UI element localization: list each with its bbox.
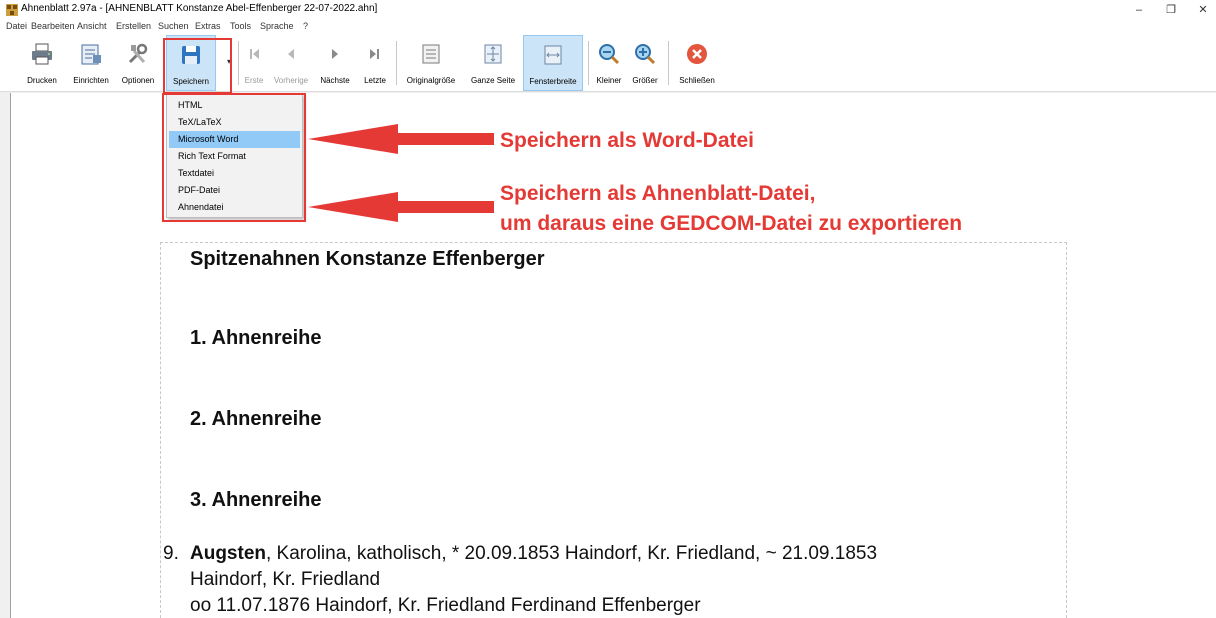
annotation-ahnen-line2: um daraus eine GEDCOM-Datei zu exportier… [500,212,963,235]
app-logo-icon [6,4,18,16]
menu-extras[interactable]: Extras [195,21,221,31]
app-window: Ahnenblatt 2.97a - [AHNENBLATT Konstanze… [0,0,1216,618]
last-label: Letzte [364,76,386,85]
zoom-out-label: Kleiner [596,76,622,85]
menu-sprache[interactable]: Sprache [260,21,294,31]
last-button[interactable]: Letzte [357,35,393,91]
close-window-button[interactable]: ✕ [1192,0,1214,20]
menu-bar: Datei Bearbeiten Ansicht Erstellen Suche… [0,20,1216,35]
print-label: Drucken [27,76,57,85]
previous-button[interactable]: Vorherige [269,35,313,91]
previous-label: Vorherige [273,76,309,85]
zoom-out-icon [599,44,620,65]
window-width-label: Fensterbreite [529,77,577,86]
options-button[interactable]: Optionen [117,35,159,91]
toolbar-separator [588,41,589,85]
title-bar: Ahnenblatt 2.97a - [AHNENBLATT Konstanze… [0,0,1216,20]
arrow-to-word-icon [308,124,494,154]
original-size-icon [422,44,440,64]
annotation-word: Speichern als Word-Datei [500,129,755,152]
window-title: Ahnenblatt 2.97a - [AHNENBLATT Konstanze… [21,3,378,14]
page-setup-button[interactable]: Einrichten [66,35,116,91]
entry-marriage-line: oo 11.07.1876 Haindorf, Kr. Friedland Fe… [190,595,701,616]
entry-second-line: Haindorf, Kr. Friedland [190,569,381,590]
menu-erstellen[interactable]: Erstellen [116,21,151,31]
arrow-to-ahnendatei-icon [308,192,494,222]
window-width-icon [544,45,562,65]
document-title: Spitzenahnen Konstanze Effenberger [190,248,545,270]
original-size-button[interactable]: Originalgröße [399,35,463,91]
save-menu-highlight [162,93,306,222]
tools-icon [128,43,148,64]
previous-page-icon [288,49,294,59]
close-preview-label: Schließen [679,76,715,85]
first-page-icon [250,49,259,59]
entry-number: 9. [163,543,179,564]
close-preview-button[interactable]: Schließen [672,35,722,91]
next-label: Nächste [320,76,350,85]
section-heading: 1. Ahnenreihe [190,327,322,349]
section-heading: 3. Ahnenreihe [190,489,322,511]
last-page-icon [370,49,379,59]
print-button[interactable]: Drucken [20,35,64,91]
minimize-button[interactable]: – [1128,0,1150,20]
menu-tools[interactable]: Tools [230,21,251,31]
first-button[interactable]: Erste [239,35,269,91]
first-label: Erste [244,76,264,85]
maximize-button[interactable]: ❐ [1160,0,1182,20]
window-width-button[interactable]: Fensterbreite [523,35,583,91]
full-page-icon [484,44,502,64]
menu-datei[interactable]: Datei [6,21,27,31]
full-page-label: Ganze Seite [470,76,516,85]
full-page-button[interactable]: Ganze Seite [465,35,521,91]
annotation-ahnen-line1: Speichern als Ahnenblatt-Datei, [500,182,816,205]
zoom-in-label: Größer [632,76,658,85]
entry-first-line: Augsten, Karolina, katholisch, * 20.09.1… [190,543,877,565]
page-setup-label: Einrichten [73,76,109,85]
close-circle-icon [687,44,707,64]
toolbar-separator [396,41,397,85]
next-button[interactable]: Nächste [313,35,357,91]
zoom-in-icon [635,44,656,65]
save-button-highlight [163,38,232,94]
zoom-in-button[interactable]: Größer [627,35,663,91]
page-setup-icon [81,44,101,65]
entry-surname: Augsten [190,543,266,564]
toolbar-separator [668,41,669,85]
zoom-out-button[interactable]: Kleiner [592,35,626,91]
entry-details: , Karolina, katholisch, * 20.09.1853 Hai… [266,543,878,564]
menu-suchen[interactable]: Suchen [158,21,189,31]
menu-ansicht[interactable]: Ansicht [77,21,107,31]
printer-icon [32,43,52,65]
next-page-icon [332,49,338,59]
original-size-label: Originalgröße [406,76,456,85]
menu-bearbeiten[interactable]: Bearbeiten [31,21,75,31]
section-heading: 2. Ahnenreihe [190,408,322,430]
options-label: Optionen [121,76,155,85]
menu-help[interactable]: ? [303,21,308,31]
annotation-arrows [308,124,494,222]
